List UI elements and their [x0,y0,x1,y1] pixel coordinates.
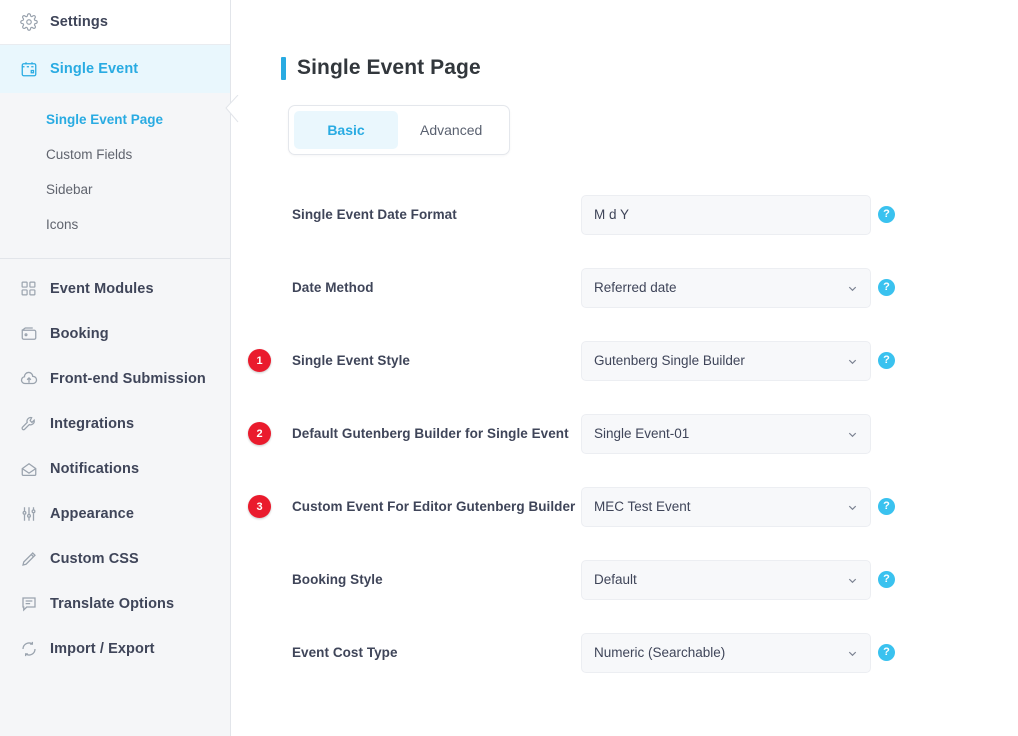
sidebar-item-label-translate-options: Translate Options [50,596,174,612]
sidebar-item-label-settings: Settings [50,14,108,30]
chevron-down-icon [847,647,858,658]
sidebar-item-booking[interactable]: Booking [0,311,230,356]
single-event-style-select[interactable]: Gutenberg Single Builder [581,341,871,381]
chevron-down-icon [847,355,858,366]
settings-tabs: Basic Advanced [288,105,510,155]
default-gutenberg-builder-select[interactable]: Single Event-01 [581,414,871,454]
form-row: 2 Default Gutenberg Builder for Single E… [231,397,1018,470]
chevron-down-icon [847,282,858,293]
form-row: Date Method Referred date ? [231,251,1018,324]
sidebar-submenu: Single Event Page Custom Fields Sidebar … [0,93,230,259]
booking-style-select[interactable]: Default [581,560,871,600]
sidebar-item-label-notifications: Notifications [50,461,139,477]
help-icon[interactable]: ? [878,644,895,661]
sidebar-item-label-front-end-submission: Front-end Submission [50,371,206,387]
sidebar-item-event-modules[interactable]: Event Modules [0,266,230,311]
form-row: Single Event Date Format M d Y ? [231,178,1018,251]
sidebar-item-label-appearance: Appearance [50,506,134,522]
field-value: M d Y [594,207,858,222]
field-label: Default Gutenberg Builder for Single Eve… [292,426,577,441]
main-content: Single Event Page Basic Advanced Single … [231,0,1018,736]
custom-event-for-editor-select[interactable]: MEC Test Event [581,487,871,527]
chevron-down-icon [847,501,858,512]
date-method-select[interactable]: Referred date [581,268,871,308]
sidebar-item-label-custom-css: Custom CSS [50,551,139,567]
chevron-down-icon [847,574,858,585]
sidebar-item-translate-options[interactable]: Translate Options [0,581,230,626]
grid-icon [19,279,38,298]
field-value: MEC Test Event [594,499,841,514]
sidebar-item-label-import-export: Import / Export [50,641,155,657]
sync-icon [19,639,38,658]
sidebar-item-label-booking: Booking [50,326,109,342]
title-accent-bar [281,57,286,80]
step-badge-1[interactable]: 1 [248,349,271,372]
sidebar-subitem-single-event-page[interactable]: Single Event Page [0,102,230,137]
chevron-down-icon [847,428,858,439]
field-label: Single Event Date Format [292,207,577,222]
field-value: Single Event-01 [594,426,841,441]
help-icon[interactable]: ? [878,498,895,515]
field-label: Booking Style [292,572,577,587]
envelope-open-icon [19,459,38,478]
event-cost-type-select[interactable]: Numeric (Searchable) [581,633,871,673]
field-value: Gutenberg Single Builder [594,353,841,368]
form-row: 1 Single Event Style Gutenberg Single Bu… [231,324,1018,397]
sidebar-main-nav: Event Modules Booking [0,259,230,671]
sidebar-item-notifications[interactable]: Notifications [0,446,230,491]
help-icon[interactable]: ? [878,352,895,369]
sidebar-item-settings[interactable]: Settings [0,0,230,45]
sidebar-item-front-end-submission[interactable]: Front-end Submission [0,356,230,401]
field-value: Referred date [594,280,841,295]
calendar-icon [19,60,38,79]
sidebar-item-single-event[interactable]: Single Event [0,45,230,93]
sidebar-subitem-sidebar[interactable]: Sidebar [0,172,230,207]
field-value: Numeric (Searchable) [594,645,841,660]
field-value: Default [594,572,841,587]
page-title-wrap: Single Event Page [281,56,481,80]
sliders-icon [19,504,38,523]
app-root: Settings Single Event Single Event Page … [0,0,1018,736]
help-icon[interactable]: ? [878,279,895,296]
form-row: 3 Custom Event For Editor Gutenberg Buil… [231,470,1018,543]
sidebar-item-custom-css[interactable]: Custom CSS [0,536,230,581]
form-row: Booking Style Default ? [231,543,1018,616]
sidebar-subitem-icons[interactable]: Icons [0,207,230,242]
wrench-icon [19,414,38,433]
form-row: Event Cost Type Numeric (Searchable) ? [231,616,1018,689]
comment-icon [19,594,38,613]
sidebar-item-integrations[interactable]: Integrations [0,401,230,446]
help-icon[interactable]: ? [878,571,895,588]
field-label: Single Event Style [292,353,577,368]
sidebar-item-appearance[interactable]: Appearance [0,491,230,536]
cloud-upload-icon [19,369,38,388]
field-label: Event Cost Type [292,645,577,660]
sidebar-item-label-single-event: Single Event [50,61,138,77]
settings-form: Single Event Date Format M d Y ? Date Me… [231,178,1018,689]
settings-sidebar: Settings Single Event Single Event Page … [0,0,231,736]
sidebar-item-label-event-modules: Event Modules [50,281,154,297]
wallet-icon [19,324,38,343]
page-title: Single Event Page [297,56,481,80]
help-icon[interactable]: ? [878,206,895,223]
sidebar-subitem-custom-fields[interactable]: Custom Fields [0,137,230,172]
tab-basic[interactable]: Basic [294,111,398,149]
step-badge-2[interactable]: 2 [248,422,271,445]
sidebar-item-import-export[interactable]: Import / Export [0,626,230,671]
sidebar-item-label-integrations: Integrations [50,416,134,432]
tab-advanced[interactable]: Advanced [398,111,504,149]
field-label: Custom Event For Editor Gutenberg Builde… [292,499,577,514]
gear-icon [19,13,38,32]
pencil-icon [19,549,38,568]
step-badge-3[interactable]: 3 [248,495,271,518]
single-event-date-format-input[interactable]: M d Y [581,195,871,235]
field-label: Date Method [292,280,577,295]
